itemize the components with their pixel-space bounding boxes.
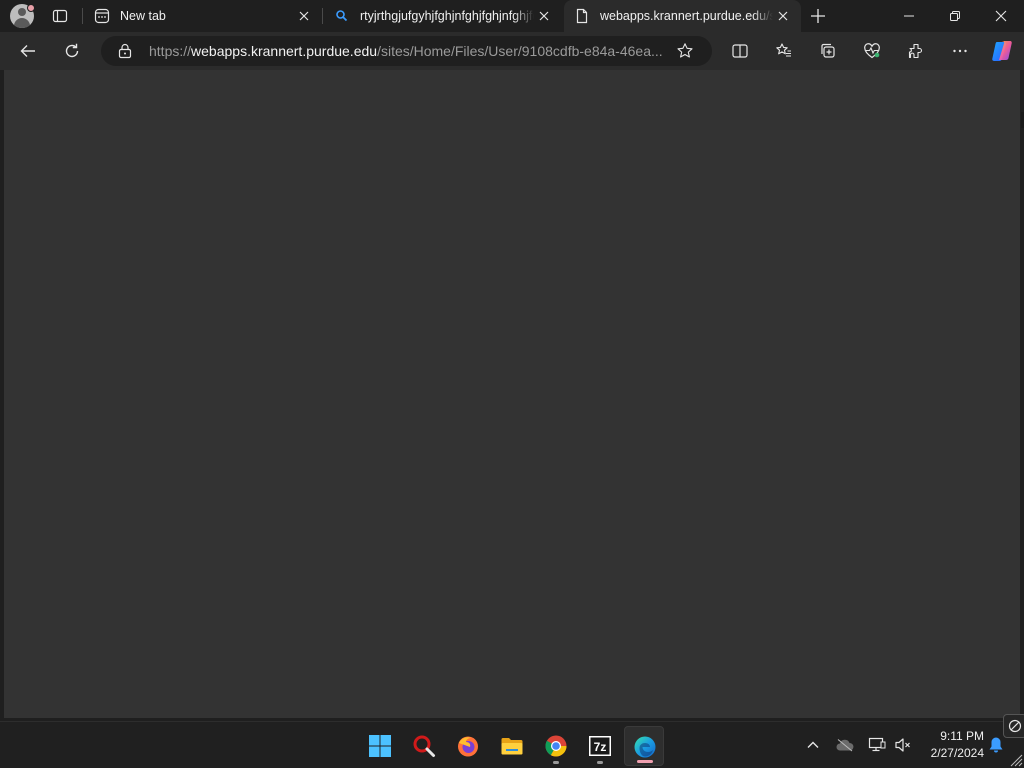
start-button[interactable] [360, 726, 400, 766]
folder-icon [500, 734, 524, 758]
edge-icon [633, 735, 657, 759]
svg-text:7z: 7z [594, 740, 607, 754]
browser-essentials-button[interactable] [858, 37, 886, 65]
copilot-button[interactable] [988, 37, 1016, 65]
running-indicator [553, 761, 559, 764]
settings-more-button[interactable] [946, 37, 974, 65]
close-icon[interactable] [773, 6, 793, 26]
tab-separator [322, 8, 323, 24]
split-screen-button[interactable] [726, 37, 754, 65]
running-indicator [597, 761, 603, 764]
tab-actions-icon[interactable] [48, 6, 72, 26]
windows-logo-icon [368, 734, 392, 758]
tab-search[interactable]: rtyjrthgjufgyhjfghjnfghjfghjnfghjfghjnfg… [324, 0, 562, 32]
clock-time: 9:11 PM [940, 729, 984, 743]
document-icon [574, 8, 590, 24]
tab-title: New tab [120, 9, 166, 23]
taskbar-7zip[interactable]: 7z [580, 726, 620, 766]
more-dots-icon [953, 49, 967, 53]
plus-icon [811, 9, 825, 23]
collections-button[interactable] [814, 37, 842, 65]
extensions-button[interactable] [902, 37, 930, 65]
tab-strip: New tab rtyjrthgjufgyhjfghjnfghjfghjnfgh… [0, 0, 1024, 32]
chrome-icon [544, 734, 568, 758]
search-icon [412, 734, 436, 758]
show-hidden-icons-button[interactable] [802, 734, 824, 756]
clock-date: 2/27/2024 [930, 746, 984, 760]
chevron-up-icon [807, 741, 819, 748]
star-icon[interactable] [675, 41, 695, 61]
close-icon[interactable] [294, 6, 314, 26]
back-arrow-icon [20, 45, 35, 57]
volume-muted-icon[interactable] [892, 734, 914, 756]
refresh-button[interactable] [58, 37, 86, 65]
lock-icon[interactable] [117, 43, 133, 59]
newtab-page-icon [94, 8, 110, 24]
minimize-icon [904, 15, 914, 17]
restore-icon [950, 11, 960, 21]
active-indicator [637, 760, 653, 763]
do-not-disturb-icon[interactable] [1003, 714, 1024, 738]
tab-title: rtyjrthgjufgyhjfghjnfghjfghjnfghjfghjnfg… [360, 9, 534, 23]
heart-pulse-icon [864, 43, 880, 59]
restore-button[interactable] [932, 0, 978, 32]
tab-separator [82, 8, 83, 24]
copilot-icon [992, 41, 1012, 61]
taskbar-file-explorer[interactable] [492, 726, 532, 766]
url-text[interactable]: https://webapps.krannert.purdue.edu/site… [149, 36, 667, 66]
new-tab-button[interactable] [806, 4, 830, 28]
refresh-icon [65, 43, 79, 58]
onedrive-icon[interactable] [834, 734, 856, 756]
page-content[interactable] [4, 70, 1020, 718]
window-close-button[interactable] [978, 0, 1024, 32]
tab-new-tab[interactable]: New tab [84, 0, 322, 32]
collections-icon [821, 43, 835, 58]
taskbar-search-button[interactable] [404, 726, 444, 766]
url-path: /sites/Home/Files/User/9108cdfb-e84a-46e… [377, 43, 663, 59]
tab-active-document[interactable]: webapps.krannert.purdue.edu/sites/Home/F… [564, 0, 801, 32]
taskbar-chrome[interactable] [536, 726, 576, 766]
close-icon [995, 10, 1007, 22]
notification-bell-icon[interactable] [986, 734, 1006, 756]
split-screen-icon [732, 44, 748, 58]
close-icon[interactable] [534, 6, 554, 26]
favorites-button[interactable] [770, 37, 798, 65]
taskbar: 7z 9:11 PM 2/27/2024 [0, 721, 1024, 768]
firefox-icon [456, 734, 480, 758]
tab-title: webapps.krannert.purdue.edu/sites/Home/F… [600, 9, 773, 23]
avatar-head [18, 8, 26, 16]
address-bar[interactable]: https://webapps.krannert.purdue.edu/site… [101, 36, 712, 66]
taskbar-firefox[interactable] [448, 726, 488, 766]
network-icon[interactable] [866, 734, 888, 756]
search-icon [334, 8, 350, 24]
avatar-body [14, 18, 30, 28]
back-button[interactable] [14, 37, 42, 65]
url-host: webapps.krannert.purdue.edu [191, 43, 378, 59]
clock[interactable]: 9:11 PM 2/27/2024 [918, 728, 984, 762]
minimize-button[interactable] [886, 0, 932, 32]
7zip-icon: 7z [588, 734, 612, 758]
extensions-icon [908, 43, 923, 59]
show-desktop-icon[interactable] [1008, 752, 1024, 768]
url-scheme: https:// [149, 43, 192, 59]
favorites-list-icon [776, 43, 791, 57]
profile-notification-dot [27, 4, 35, 12]
taskbar-edge[interactable] [624, 726, 664, 766]
browser-toolbar: https://webapps.krannert.purdue.edu/site… [0, 32, 1024, 70]
